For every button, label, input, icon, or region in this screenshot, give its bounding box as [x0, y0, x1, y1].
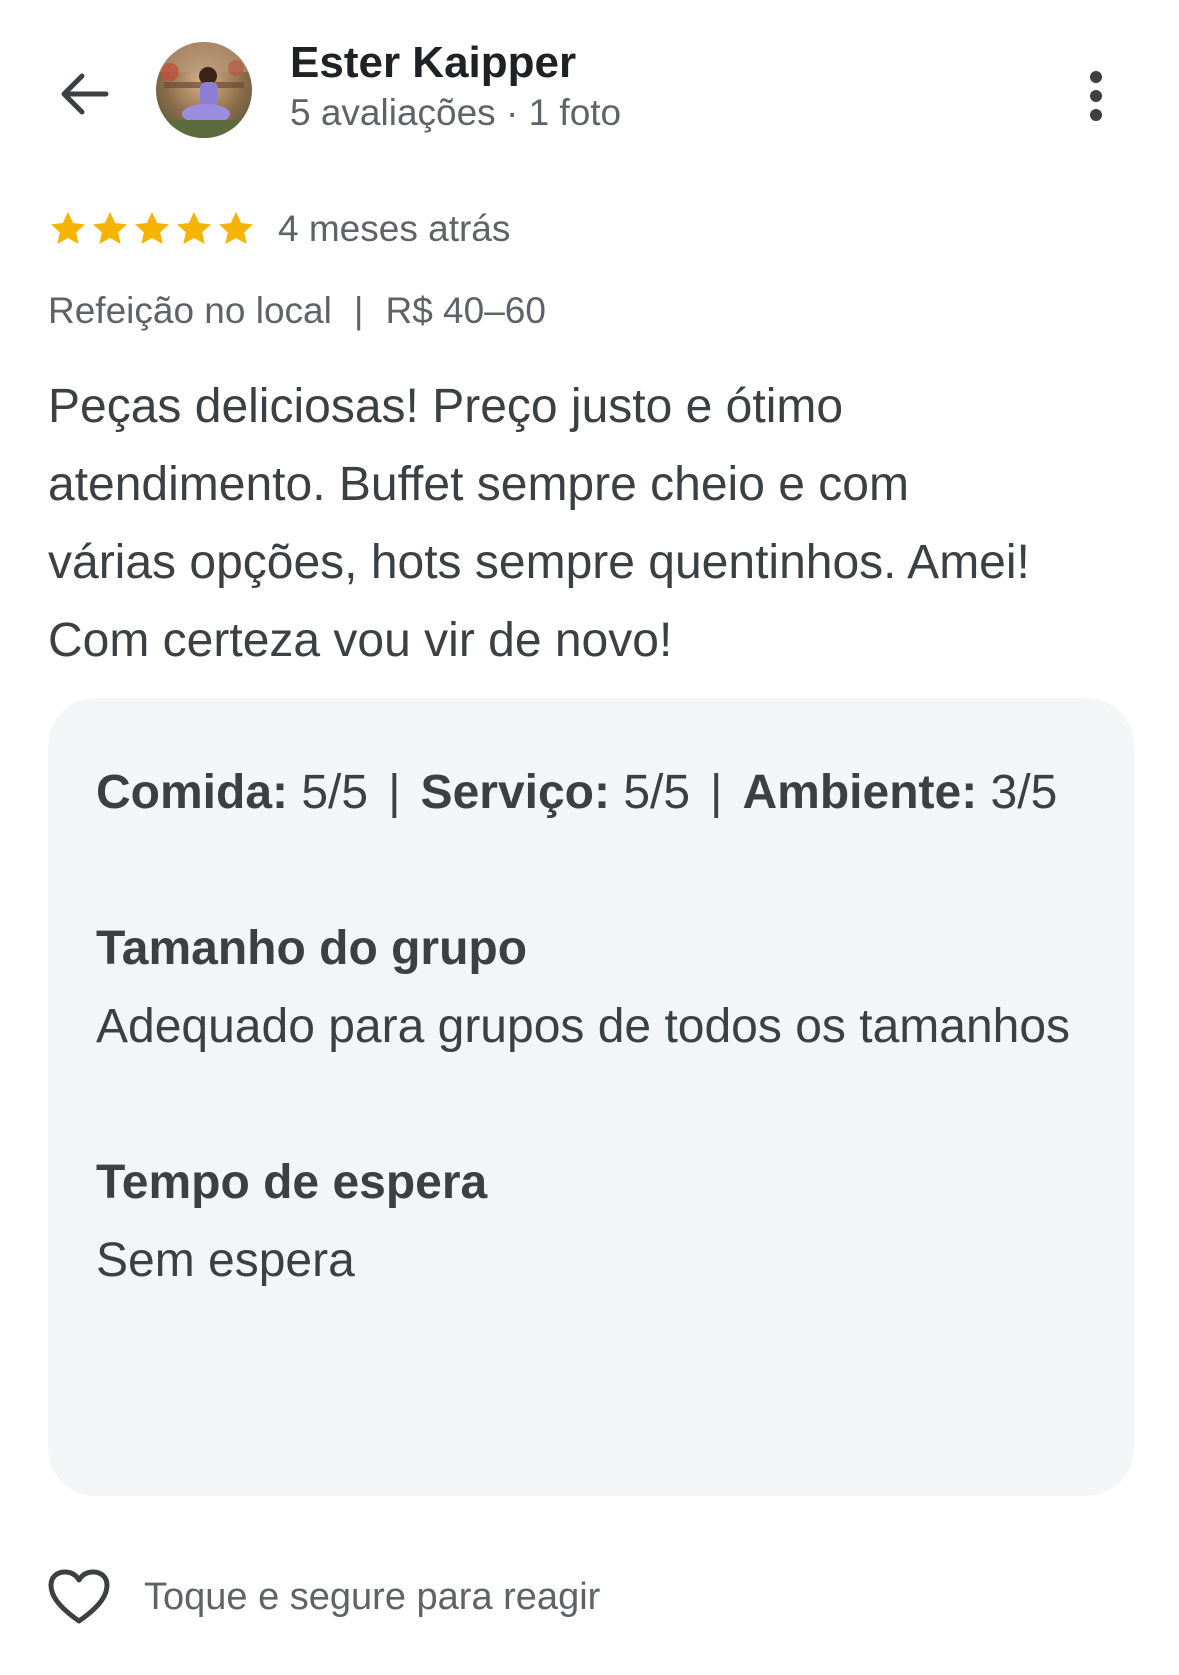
star-icon [93, 212, 127, 244]
wait-time-value: Sem espera [96, 1234, 355, 1287]
group-size-value: Adequado para grupos de todos os tamanho… [96, 1000, 1071, 1053]
more-vertical-icon [1090, 71, 1102, 121]
review-details-card: Comida: 5/5 | Serviço: 5/5 | Ambiente: 3/5 T… [48, 698, 1134, 1496]
star-icon [219, 212, 253, 244]
rating-row: 4 meses atrás [48, 205, 510, 253]
arrow-left-icon [61, 73, 109, 115]
avatar-photo [156, 42, 252, 138]
group-size-title: Tamanho do grupo [96, 922, 528, 975]
rating-label-ambience: Ambiente: [742, 766, 978, 819]
separator: | [388, 766, 401, 819]
reviewer-stats: 5 avaliações · 1 foto [290, 92, 622, 133]
wait-time-title: Tempo de espera [96, 1156, 488, 1209]
star-rating [48, 209, 256, 249]
star-icon [177, 212, 211, 244]
rating-value-ambience: 3/5 [990, 766, 1058, 819]
price-range: R$ 40–60 [385, 290, 546, 331]
aspect-ratings: Comida: 5/5 | Serviço: 5/5 | Ambiente: 3/5 [96, 754, 1096, 832]
heart-outline-icon [48, 1569, 110, 1624]
rating-label-service: Serviço: [420, 766, 610, 819]
wait-time-section: Tempo de espera Sem espera [96, 1144, 1096, 1300]
back-button[interactable] [52, 62, 116, 126]
review-time: 4 meses atrás [278, 208, 511, 249]
star-icon [135, 212, 169, 244]
more-options-button[interactable] [1066, 64, 1126, 128]
service-type: Refeição no local [48, 290, 332, 331]
reviewer-name[interactable]: Ester Kaipper [290, 38, 576, 88]
react-label: Toque e segure para reagir [144, 1575, 601, 1618]
star-icon [51, 212, 85, 244]
rating-value-food: 5/5 [301, 766, 369, 819]
group-size-section: Tamanho do grupo Adequado para grupos de… [96, 910, 1096, 1066]
separator: | [710, 766, 723, 819]
avatar[interactable] [156, 42, 252, 138]
separator: | [353, 290, 364, 331]
review-header: Ester Kaipper 5 avaliações · 1 foto [0, 0, 1179, 190]
rating-label-food: Comida: [96, 766, 288, 819]
review-attributes: Refeição no local | R$ 40–60 [48, 290, 546, 332]
review-text: Peças deliciosas! Preço justo e ótimo at… [48, 380, 1030, 667]
react-button[interactable]: Toque e segure para reagir [48, 1565, 600, 1629]
rating-value-service: 5/5 [623, 766, 691, 819]
